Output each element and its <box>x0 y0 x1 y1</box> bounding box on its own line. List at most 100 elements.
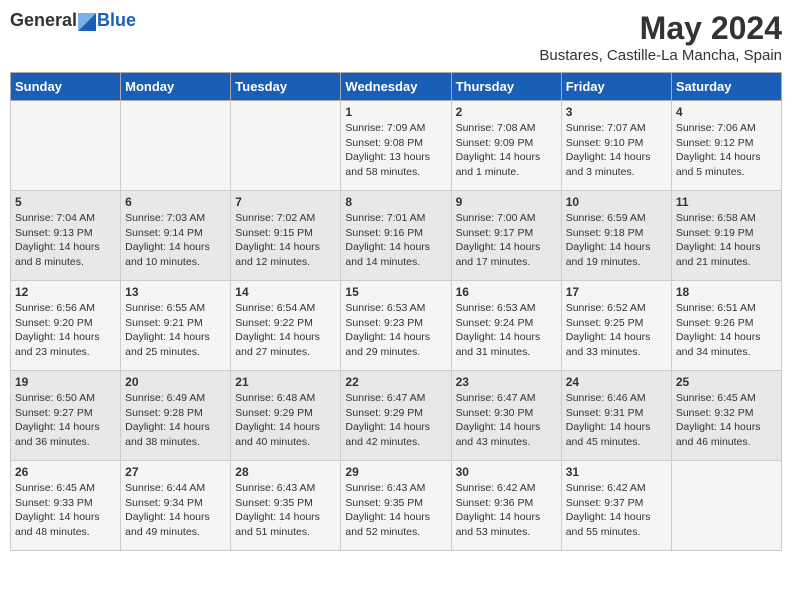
day-info-line: Sunrise: 7:00 AM <box>456 212 536 224</box>
day-info-line: Sunset: 9:29 PM <box>235 407 313 419</box>
day-info-line: and 48 minutes. <box>15 526 90 538</box>
day-info-line: and 43 minutes. <box>456 436 531 448</box>
day-info: Sunrise: 7:07 AMSunset: 9:10 PMDaylight:… <box>566 121 667 180</box>
day-info-line: Sunset: 9:28 PM <box>125 407 203 419</box>
day-info-line: Sunset: 9:36 PM <box>456 497 534 509</box>
day-info-line: and 29 minutes. <box>345 346 420 358</box>
day-info-line: and 21 minutes. <box>676 256 751 268</box>
day-info-line: Daylight: 14 hours <box>676 331 761 343</box>
calendar-day-cell: 29Sunrise: 6:43 AMSunset: 9:35 PMDayligh… <box>341 461 451 551</box>
day-info-line: Daylight: 14 hours <box>345 511 430 523</box>
calendar-day-cell: 30 Sunrise: 6:42 AM Sunset: 9:36 PM Dayligh… <box>451 461 561 551</box>
day-info-line: Sunset: 9:12 PM <box>676 137 754 149</box>
day-info: Sunrise: 6:50 AMSunset: 9:27 PMDaylight:… <box>15 391 116 450</box>
day-info-line: Sunset: 9:10 PM <box>566 137 644 149</box>
day-info-line: Sunrise: 7:07 AM <box>566 122 646 134</box>
day-info-line: Daylight: 14 hours <box>456 241 541 253</box>
day-info: Sunrise: 6:44 AMSunset: 9:34 PMDaylight:… <box>125 481 226 540</box>
day-info: Sunrise: 7:03 AMSunset: 9:14 PMDaylight:… <box>125 211 226 270</box>
calendar-day-cell: 27Sunrise: 6:44 AMSunset: 9:34 PMDayligh… <box>121 461 231 551</box>
calendar-week-row: 1Sunrise: 7:09 AMSunset: 9:08 PMDaylight… <box>11 101 782 191</box>
day-of-week-header: Friday <box>561 73 671 101</box>
logo: General Blue <box>10 10 136 31</box>
day-info-line: and 3 minutes. <box>566 166 635 178</box>
calendar-table: SundayMondayTuesdayWednesdayThursdayFrid… <box>10 72 782 551</box>
day-info-line: Sunset: 9:15 PM <box>235 227 313 239</box>
day-info-line: Sunset: 9:19 PM <box>676 227 754 239</box>
day-number: 9 <box>456 195 557 209</box>
day-info: Sunrise: 6:42 AM Sunset: 9:36 PM Daylight:… <box>456 481 557 540</box>
calendar-day-cell: 9Sunrise: 7:00 AMSunset: 9:17 PMDaylight… <box>451 191 561 281</box>
day-info-line: Sunrise: 7:04 AM <box>15 212 95 224</box>
day-info-line: and 55 minutes. <box>566 526 641 538</box>
day-info-line: Sunrise: 6:43 AM <box>345 482 425 494</box>
day-number: 7 <box>235 195 336 209</box>
day-info: Sunrise: 6:55 AMSunset: 9:21 PMDaylight:… <box>125 301 226 360</box>
day-info-line: and 40 minutes. <box>235 436 310 448</box>
day-info-line: Sunrise: 6:43 AM <box>235 482 315 494</box>
day-number: 30 <box>456 465 557 479</box>
day-info-line: and 42 minutes. <box>345 436 420 448</box>
day-info-line: Sunrise: 6:44 AM <box>125 482 205 494</box>
calendar-day-cell: 2Sunrise: 7:08 AMSunset: 9:09 PMDaylight… <box>451 101 561 191</box>
day-number: 16 <box>456 285 557 299</box>
calendar-week-row: 5Sunrise: 7:04 AMSunset: 9:13 PMDaylight… <box>11 191 782 281</box>
day-info-line: Daylight: 14 hours <box>676 421 761 433</box>
day-info-line: Sunrise: 6:49 AM <box>125 392 205 404</box>
day-of-week-header: Monday <box>121 73 231 101</box>
day-info-line: Sunrise: 6:42 AM <box>456 482 536 494</box>
day-info: Sunrise: 6:59 AMSunset: 9:18 PMDaylight:… <box>566 211 667 270</box>
calendar-day-cell: 4Sunrise: 7:06 AMSunset: 9:12 PMDaylight… <box>671 101 781 191</box>
calendar-day-cell <box>671 461 781 551</box>
day-info: Sunrise: 6:45 AMSunset: 9:32 PMDaylight:… <box>676 391 777 450</box>
day-number: 28 <box>235 465 336 479</box>
calendar-day-cell <box>231 101 341 191</box>
day-info: Sunrise: 6:47 AM Sunset: 9:30 PM Daylight:… <box>456 391 557 450</box>
day-info-line: and 25 minutes. <box>125 346 200 358</box>
day-info-line: Daylight: 14 hours <box>566 421 651 433</box>
day-info-line: Sunset: 9:31 PM <box>566 407 644 419</box>
day-info-line: Sunset: 9:20 PM <box>15 317 93 329</box>
day-number: 2 <box>456 105 557 119</box>
day-info-line: Sunset: 9:24 PM <box>456 317 534 329</box>
day-number: 25 <box>676 375 777 389</box>
day-info-line: Sunrise: 7:09 AM <box>345 122 425 134</box>
calendar-day-cell: 25 Sunrise: 6:45 AMSunset: 9:32 PMDayligh… <box>671 371 781 461</box>
day-info-line: Daylight: 14 hours <box>15 331 100 343</box>
day-info-line: Sunset: 9:27 PM <box>15 407 93 419</box>
day-info-line: Daylight: 14 hours <box>676 151 761 163</box>
day-info: Sunrise: 6:58 AMSunset: 9:19 PMDaylight:… <box>676 211 777 270</box>
day-info-line: Daylight: 14 hours <box>456 421 541 433</box>
day-info-line: Sunset: 9:30 PM <box>456 407 534 419</box>
day-info-line: Sunrise: 7:06 AM <box>676 122 756 134</box>
logo-icon <box>78 13 96 31</box>
day-info: Sunrise: 7:09 AMSunset: 9:08 PMDaylight:… <box>345 121 446 180</box>
main-title: May 2024 <box>539 10 782 47</box>
calendar-day-cell: 22Sunrise: 6:47 AMSunset: 9:29 PMDayligh… <box>341 371 451 461</box>
day-info-line: Sunset: 9:35 PM <box>235 497 313 509</box>
day-info-line: and 1 minute. <box>456 166 520 178</box>
day-info-line: Sunset: 9:09 PM <box>456 137 534 149</box>
calendar-week-row: 19Sunrise: 6:50 AMSunset: 9:27 PMDayligh… <box>11 371 782 461</box>
day-number: 23 <box>456 375 557 389</box>
day-info-line: Sunrise: 6:51 AM <box>676 302 756 314</box>
day-info-line: Daylight: 14 hours <box>125 511 210 523</box>
calendar-day-cell: 8Sunrise: 7:01 AMSunset: 9:16 PMDaylight… <box>341 191 451 281</box>
day-info-line: and 51 minutes. <box>235 526 310 538</box>
day-info-line: and 12 minutes. <box>235 256 310 268</box>
day-info-line: Sunset: 9:22 PM <box>235 317 313 329</box>
day-number: 22 <box>345 375 446 389</box>
day-info-line: Daylight: 14 hours <box>566 331 651 343</box>
calendar-day-cell: 26Sunrise: 6:45 AMSunset: 9:33 PMDayligh… <box>11 461 121 551</box>
day-info-line: Sunset: 9:33 PM <box>15 497 93 509</box>
day-info-line: Daylight: 14 hours <box>125 241 210 253</box>
day-info-line: Sunset: 9:16 PM <box>345 227 423 239</box>
day-info-line: Daylight: 14 hours <box>456 511 541 523</box>
day-info-line: Sunset: 9:23 PM <box>345 317 423 329</box>
day-info-line: Daylight: 14 hours <box>345 331 430 343</box>
day-info: Sunrise: 7:01 AMSunset: 9:16 PMDaylight:… <box>345 211 446 270</box>
day-info-line: Sunrise: 6:47 AM <box>456 392 536 404</box>
days-header-row: SundayMondayTuesdayWednesdayThursdayFrid… <box>11 73 782 101</box>
day-info: Sunrise: 6:43 AMSunset: 9:35 PMDaylight:… <box>235 481 336 540</box>
day-number: 31 <box>566 465 667 479</box>
